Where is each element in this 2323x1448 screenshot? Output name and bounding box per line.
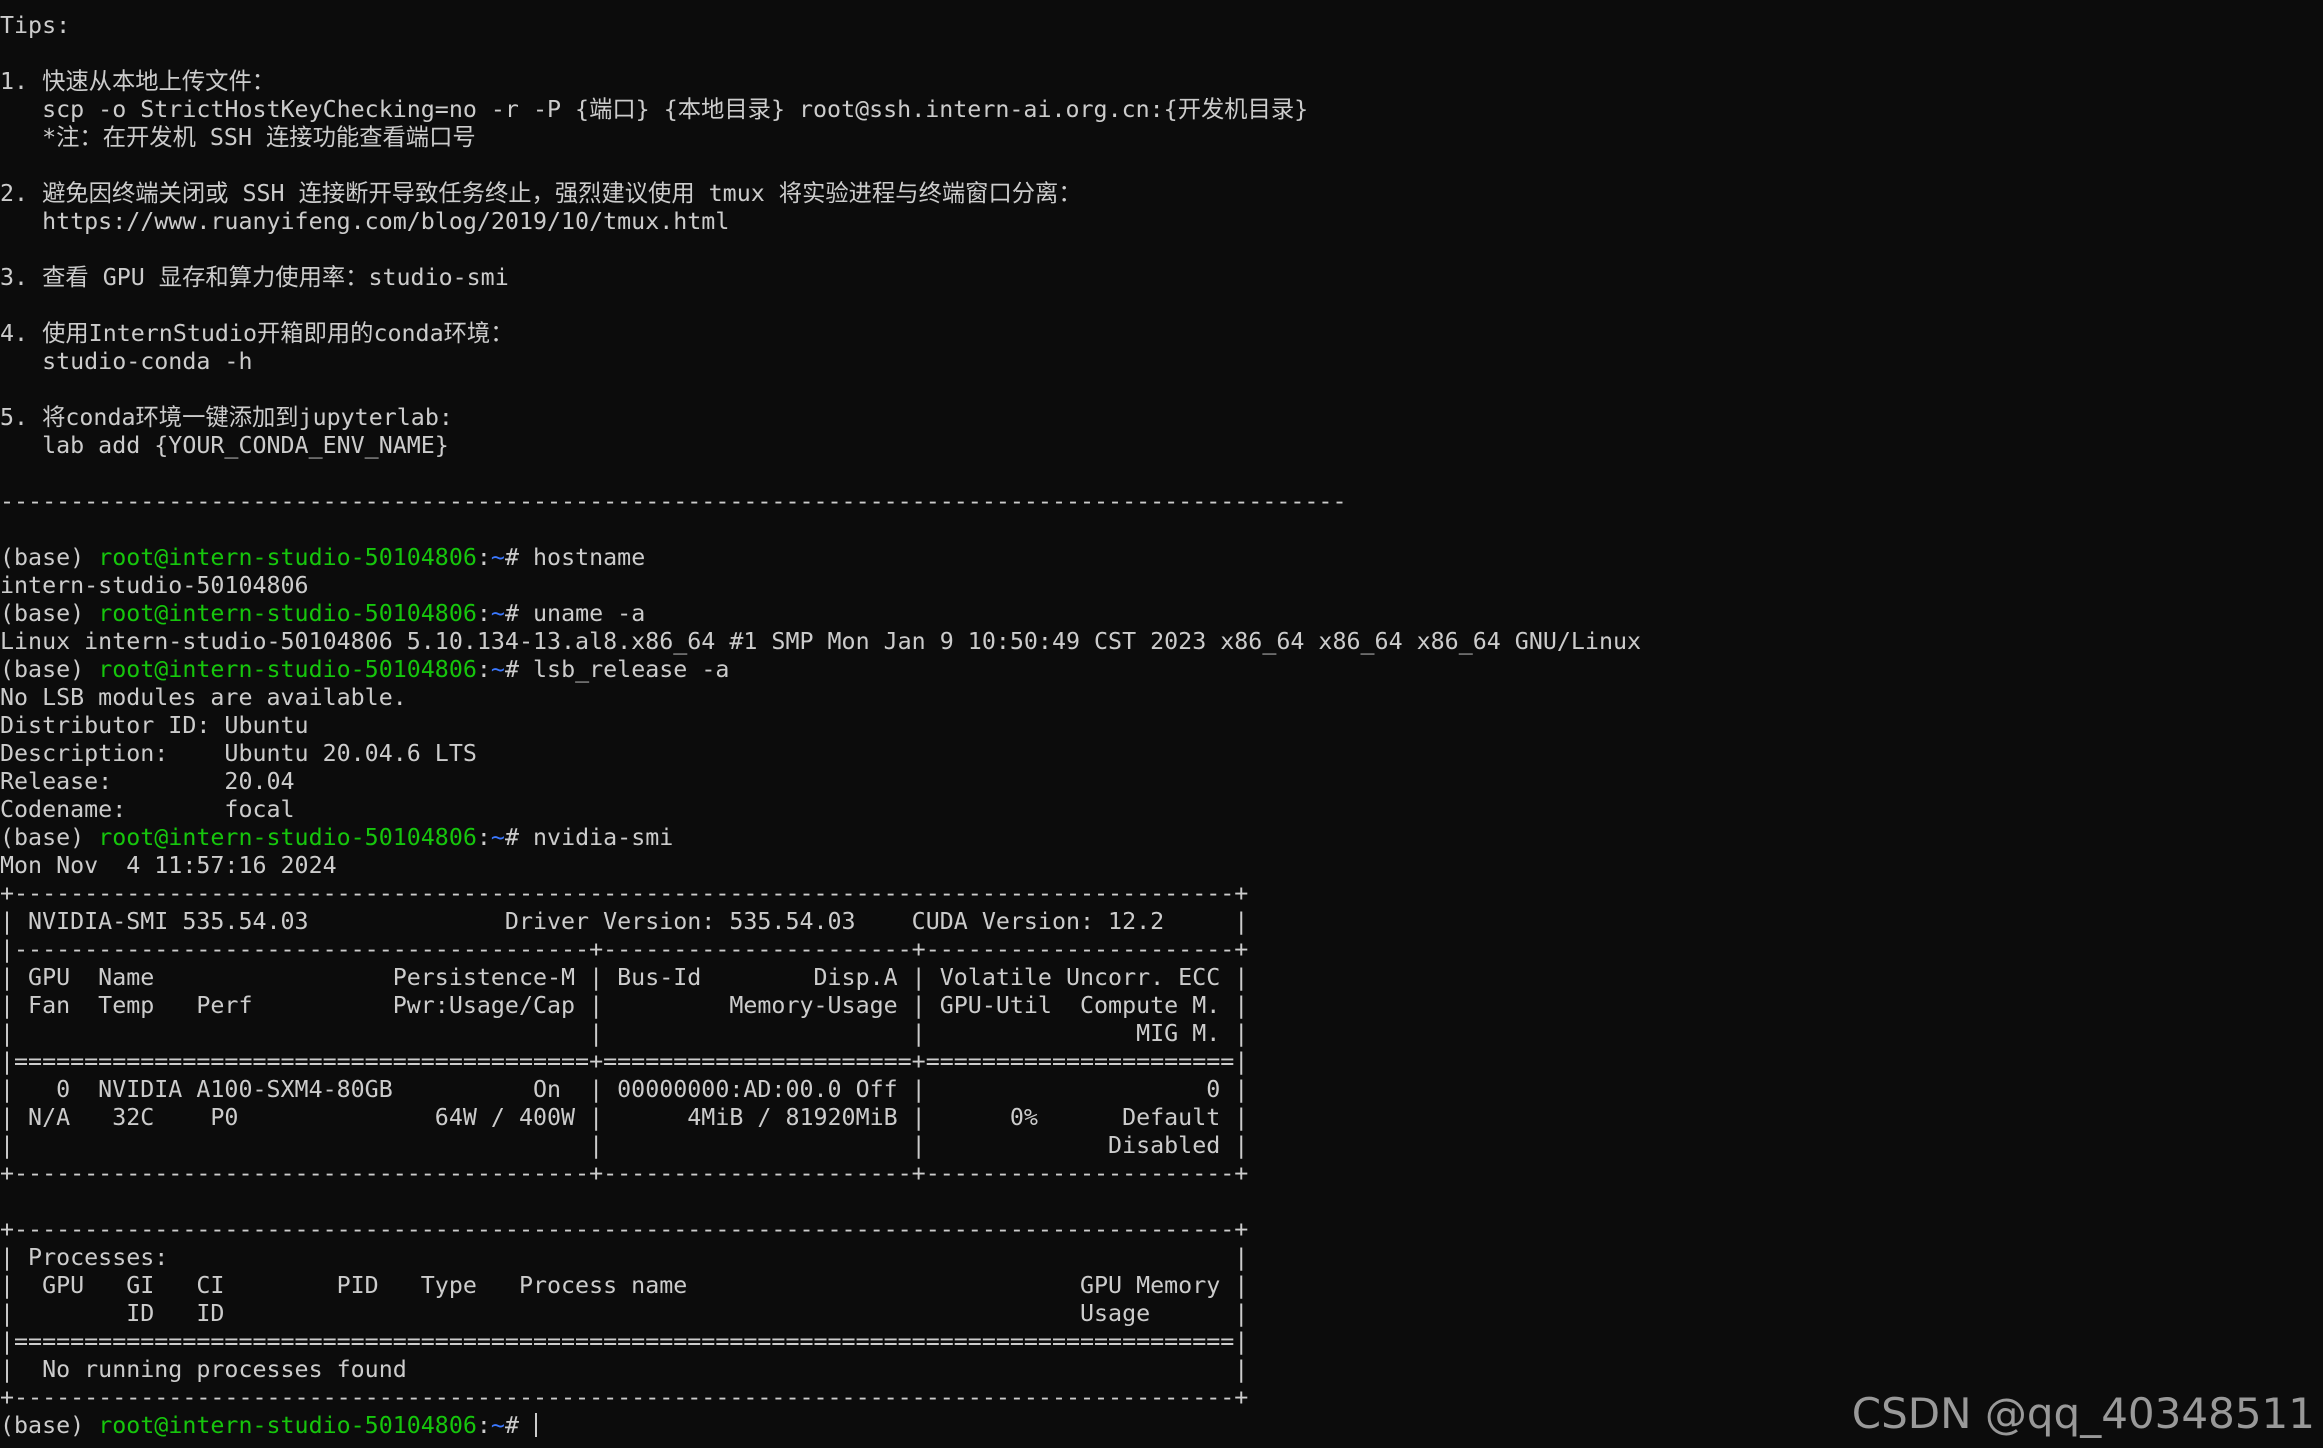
output-line: | ID ID Usage | (0, 1300, 1249, 1327)
prompt-path: ~ (490, 1412, 505, 1439)
output-line: | GPU Name Persistence-M | Bus-Id Disp.A… (0, 964, 1249, 991)
output-line: +---------------------------------------… (0, 1216, 1249, 1243)
output-line: | | | Disabled | (0, 1132, 1249, 1159)
prompt-env: (base) (0, 656, 99, 683)
prompt-path: ~ (490, 544, 505, 571)
command-text: lsb_release -a (533, 656, 730, 683)
output-line: https://www.ruanyifeng.com/blog/2019/10/… (0, 208, 730, 235)
prompt-path: ~ (490, 600, 505, 627)
output-line: *注：在开发机 SSH 连接功能查看端口号 (0, 124, 476, 151)
prompt-user-host: root@intern-studio-50104806 (98, 824, 477, 851)
prompt-user-host: root@intern-studio-50104806 (98, 544, 477, 571)
prompt-line: (base) root@intern-studio-50104806:~# nv… (0, 824, 2323, 852)
output-line: scp -o StrictHostKeyChecking=no -r -P {端… (0, 96, 1309, 123)
output-line: Distributor ID: Ubuntu (0, 712, 309, 739)
prompt-env: (base) (0, 1412, 99, 1439)
terminal-output[interactable]: Tips: 1. 快速从本地上传文件： scp -o StrictHostKeyC… (0, 0, 2323, 1440)
prompt-line: (base) root@intern-studio-50104806:~# ho… (0, 544, 2323, 572)
output-line: | GPU GI CI PID Type Process name GPU Me… (0, 1272, 1249, 1299)
output-line: 3. 查看 GPU 显存和算力使用率：studio-smi (0, 264, 509, 291)
output-line: Description: Ubuntu 20.04.6 LTS (0, 740, 477, 767)
prompt-path: ~ (490, 824, 505, 851)
csdn-watermark: CSDN @qq_40348511 (1851, 1389, 2315, 1438)
prompt-user-host: root@intern-studio-50104806 (98, 1412, 477, 1439)
output-line: Linux intern-studio-50104806 5.10.134-13… (0, 628, 1642, 655)
output-line: +---------------------------------------… (0, 1160, 1249, 1187)
prompt-colon: : (476, 544, 491, 571)
output-line: Mon Nov 4 11:57:16 2024 (0, 852, 337, 879)
prompt-symbol: # (504, 600, 534, 627)
prompt-line: (base) root@intern-studio-50104806:~# un… (0, 600, 2323, 628)
output-line: 5. 将conda环境一键添加到jupyterlab: (0, 404, 453, 431)
prompt-symbol: # (504, 824, 534, 851)
prompt-env: (base) (0, 824, 99, 851)
output-line: | | | MIG M. | (0, 1020, 1249, 1047)
prompt-env: (base) (0, 600, 99, 627)
output-line: | Processes: | (0, 1244, 1249, 1271)
prompt-symbol: # (504, 544, 534, 571)
output-line: +---------------------------------------… (0, 880, 1249, 907)
output-line: 2. 避免因终端关闭或 SSH 连接断开导致任务终止，强烈建议使用 tmux 将… (0, 180, 1082, 207)
prompt-user-host: root@intern-studio-50104806 (98, 656, 477, 683)
output-line: lab add {YOUR_CONDA_ENV_NAME} (0, 432, 449, 459)
prompt-symbol: # (504, 1412, 534, 1439)
prompt-colon: : (476, 824, 491, 851)
output-line: 1. 快速从本地上传文件： (0, 68, 276, 95)
prompt-path: ~ (490, 656, 505, 683)
output-line: | 0 NVIDIA A100-SXM4-80GB On | 00000000:… (0, 1076, 1249, 1103)
command-text: hostname (533, 544, 646, 571)
output-line: | NVIDIA-SMI 535.54.03 Driver Version: 5… (0, 908, 1249, 935)
output-line: Codename: focal (0, 796, 295, 823)
output-line: |=======================================… (0, 1048, 1249, 1075)
output-line: | Fan Temp Perf Pwr:Usage/Cap | Memory-U… (0, 992, 1249, 1019)
command-text: uname -a (533, 600, 646, 627)
output-line: studio-conda -h (0, 348, 253, 375)
prompt-env: (base) (0, 544, 99, 571)
prompt-line: (base) root@intern-studio-50104806:~# ls… (0, 656, 2323, 684)
output-line: Release: 20.04 (0, 768, 295, 795)
text-cursor[interactable] (535, 1413, 538, 1437)
output-line: 4. 使用InternStudio开箱即用的conda环境： (0, 320, 514, 347)
output-line: intern-studio-50104806 (0, 572, 309, 599)
prompt-colon: : (476, 656, 491, 683)
prompt-user-host: root@intern-studio-50104806 (98, 600, 477, 627)
prompt-colon: : (476, 600, 491, 627)
command-text: nvidia-smi (533, 824, 674, 851)
output-line: No LSB modules are available. (0, 684, 407, 711)
output-line: | No running processes found | (0, 1356, 1249, 1383)
output-line: Tips: (0, 12, 71, 39)
output-line: ----------------------------------------… (0, 488, 1347, 515)
output-line: |=======================================… (0, 1328, 1249, 1355)
output-line: | N/A 32C P0 64W / 400W | 4MiB / 81920Mi… (0, 1104, 1249, 1131)
prompt-symbol: # (504, 656, 534, 683)
output-line: |---------------------------------------… (0, 936, 1249, 963)
prompt-colon: : (476, 1412, 491, 1439)
